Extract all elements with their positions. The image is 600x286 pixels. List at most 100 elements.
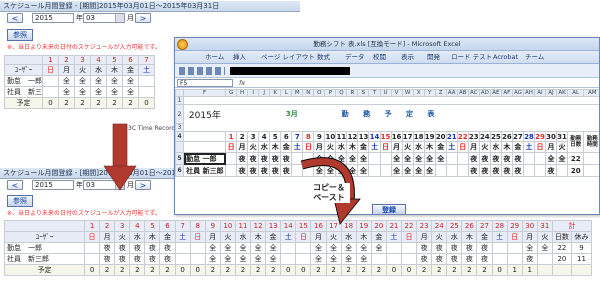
row-header[interactable]: 6 [175, 164, 185, 177]
schedule-cell[interactable]: 全 [357, 164, 370, 177]
schedule-cell[interactable] [533, 164, 546, 177]
ribbon-tab[interactable]: 挿入 [233, 51, 246, 64]
schedule-cell[interactable] [174, 242, 191, 254]
schedule-cell[interactable] [456, 164, 469, 177]
schedule-cell[interactable]: 夜 [247, 152, 260, 165]
schedule-cell[interactable]: 全 [74, 86, 91, 98]
column-header[interactable]: K [269, 89, 282, 97]
schedule-cell[interactable]: 夜 [99, 242, 116, 254]
schedule-cell[interactable]: 夜 [269, 164, 282, 177]
schedule-cell[interactable]: 夜 [467, 164, 480, 177]
schedule-cell[interactable]: 全 [401, 164, 414, 177]
schedule-cell[interactable] [533, 152, 546, 165]
column-header[interactable]: W [401, 89, 414, 97]
schedule-cell[interactable]: 全 [401, 152, 414, 165]
top-year-input[interactable]: 2015 [32, 13, 74, 23]
schedule-cell[interactable]: 夜 [416, 253, 433, 265]
schedule-cell[interactable]: 夜 [461, 253, 478, 265]
excel-office-icon[interactable] [177, 39, 188, 50]
schedule-cell[interactable]: 夜 [280, 164, 293, 177]
schedule-cell[interactable]: 夜 [280, 152, 293, 165]
schedule-cell[interactable] [368, 164, 381, 177]
schedule-cell[interactable]: 全 [313, 164, 326, 177]
top-prev-month-button[interactable]: < [7, 13, 23, 23]
schedule-cell[interactable]: 全 [536, 242, 553, 254]
schedule-cell[interactable]: 夜 [431, 242, 448, 254]
schedule-cell[interactable] [225, 152, 238, 165]
schedule-cell[interactable]: 夜 [416, 242, 433, 254]
schedule-cell[interactable]: 夜 [236, 152, 249, 165]
schedule-cell[interactable]: 全 [370, 242, 387, 254]
schedule-cell[interactable]: 全 [310, 242, 327, 254]
schedule-cell[interactable]: 夜 [500, 164, 513, 177]
ribbon-tab[interactable]: 数式 [317, 51, 330, 64]
schedule-cell[interactable]: 夜 [114, 242, 131, 254]
schedule-cell[interactable]: 全 [234, 253, 252, 265]
schedule-cell[interactable] [385, 253, 402, 265]
schedule-cell[interactable] [189, 253, 206, 265]
schedule-cell[interactable]: 夜 [446, 253, 463, 265]
schedule-cell[interactable] [42, 86, 59, 98]
schedule-cell[interactable]: 全 [357, 152, 370, 165]
schedule-cell[interactable]: 全 [340, 242, 357, 254]
schedule-cell[interactable]: 全 [521, 242, 538, 254]
schedule-cell[interactable]: 全 [340, 253, 357, 265]
schedule-cell[interactable] [400, 253, 418, 265]
schedule-cell[interactable] [370, 253, 387, 265]
schedule-cell[interactable]: 全 [412, 152, 425, 165]
schedule-cell[interactable] [280, 253, 297, 265]
schedule-cell[interactable]: 全 [250, 242, 267, 254]
ribbon-tab[interactable]: ロード テスト [451, 51, 492, 64]
schedule-cell[interactable]: 全 [423, 164, 436, 177]
column-header[interactable]: AG [511, 89, 524, 97]
column-header[interactable]: Y [423, 89, 436, 97]
schedule-cell[interactable]: 全 [90, 75, 107, 87]
schedule-cell[interactable] [434, 164, 447, 177]
schedule-cell[interactable]: 夜 [461, 242, 478, 254]
schedule-cell[interactable]: 全 [122, 86, 139, 98]
schedule-cell[interactable] [302, 152, 315, 165]
column-header[interactable]: AH [522, 89, 535, 97]
schedule-cell[interactable]: 夜 [511, 164, 524, 177]
schedule-cell[interactable]: 全 [335, 164, 348, 177]
schedule-cell[interactable]: 全 [313, 152, 326, 165]
bottom-next-month-button[interactable]: > [135, 180, 151, 190]
schedule-cell[interactable] [445, 152, 458, 165]
bottom-reference-button[interactable]: 参照 [7, 195, 33, 207]
schedule-cell[interactable] [225, 164, 238, 177]
column-header[interactable]: S [357, 89, 370, 97]
column-header[interactable]: P [324, 89, 337, 97]
schedule-cell[interactable]: 夜 [544, 164, 558, 177]
column-header[interactable]: AM [583, 89, 599, 97]
schedule-cell[interactable]: 全 [355, 253, 372, 265]
schedule-cell[interactable] [295, 253, 312, 265]
schedule-cell[interactable]: 全 [204, 242, 221, 254]
schedule-cell[interactable]: 全 [204, 253, 221, 265]
schedule-cell[interactable]: 夜 [144, 253, 161, 265]
row-header[interactable]: 5 [175, 152, 185, 165]
excel-register-button[interactable]: 登録 [372, 204, 406, 214]
schedule-cell[interactable]: 全 [90, 86, 107, 98]
schedule-cell[interactable] [385, 242, 402, 254]
schedule-cell[interactable] [491, 253, 508, 265]
schedule-cell[interactable]: 全 [265, 242, 282, 254]
top-next-month-button[interactable]: > [135, 13, 151, 23]
schedule-cell[interactable] [400, 242, 418, 254]
schedule-cell[interactable]: 全 [412, 164, 425, 177]
schedule-cell[interactable] [506, 242, 523, 254]
schedule-cell[interactable] [138, 86, 155, 98]
schedule-cell[interactable]: 夜 [476, 242, 493, 254]
schedule-cell[interactable] [138, 75, 155, 87]
column-header[interactable]: H [236, 89, 249, 97]
schedule-cell[interactable]: 全 [390, 164, 403, 177]
schedule-cell[interactable]: 全 [265, 253, 282, 265]
schedule-cell[interactable] [174, 253, 191, 265]
schedule-cell[interactable]: 夜 [446, 242, 463, 254]
schedule-cell[interactable] [522, 152, 535, 165]
row-header[interactable]: 4 [175, 131, 185, 142]
ribbon-tab[interactable]: 校閲 [373, 51, 386, 64]
schedule-cell[interactable] [506, 253, 523, 265]
schedule-cell[interactable] [379, 164, 392, 177]
schedule-cell[interactable]: 夜 [99, 253, 116, 265]
schedule-cell[interactable]: 全 [58, 75, 75, 87]
